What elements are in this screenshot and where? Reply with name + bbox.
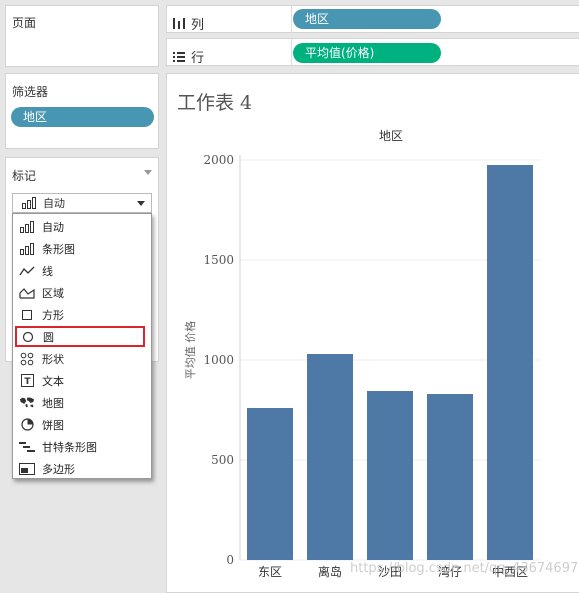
menu-item-label: 甘特条形图 <box>42 440 97 454</box>
menu-item-polygon[interactable]: 多边形 <box>13 458 151 479</box>
watermark: https://blog.csdn.net/qq_43674697 <box>350 561 579 576</box>
mark-type-dropdown[interactable]: 自动 <box>12 193 152 213</box>
bar-icon <box>19 242 35 256</box>
svg-text:T: T <box>24 377 31 387</box>
menu-item-square[interactable]: 方形 <box>13 304 151 325</box>
menu-item-label: 文本 <box>42 374 64 388</box>
rows-label: 行 <box>173 47 204 66</box>
columns-pill-region[interactable]: 地区 <box>293 9 441 29</box>
menu-item-gantt[interactable]: 甘特条形图 <box>13 436 151 457</box>
menu-item-label: 圆 <box>43 330 54 344</box>
gantt-icon <box>19 440 35 454</box>
menu-item-auto[interactable]: 自动 <box>13 216 151 237</box>
menu-item-line[interactable]: 线 <box>13 260 151 281</box>
auto-icon <box>19 220 35 234</box>
menu-item-pie[interactable]: 饼图 <box>13 414 151 435</box>
menu-item-bar[interactable]: 条形图 <box>13 238 151 259</box>
menu-item-label: 线 <box>42 264 53 278</box>
rows-shelf: 行 平均值(价格) <box>166 38 579 66</box>
menu-item-circle[interactable]: 圆 <box>15 326 145 347</box>
mark-type-menu: 自动 条形图 线 区域 方形 圆 形状 T 文本 地图 饼图 甘特条形图 多边形 <box>12 213 152 479</box>
menu-item-label: 条形图 <box>42 242 75 256</box>
columns-label-text: 列 <box>191 18 205 33</box>
pages-title: 页面 <box>12 16 37 30</box>
shelf-divider <box>291 6 292 32</box>
square-icon <box>19 308 35 322</box>
line-icon <box>19 264 35 278</box>
auto-icon <box>22 197 36 209</box>
rows-label-text: 行 <box>191 51 205 66</box>
mark-type-value: 自动 <box>43 197 65 210</box>
columns-icon <box>173 18 185 29</box>
pages-panel: 页面 <box>5 5 159 67</box>
shelf-divider <box>291 39 292 65</box>
menu-item-label: 形状 <box>42 352 64 366</box>
rows-pill-avg-price[interactable]: 平均值(价格) <box>293 43 441 63</box>
shape-icon <box>19 352 35 366</box>
menu-item-label: 地图 <box>42 396 64 410</box>
worksheet-area: 工作表 4 <box>166 73 579 593</box>
text-icon: T <box>19 374 35 388</box>
menu-item-label: 自动 <box>42 220 64 234</box>
marks-collapse-icon[interactable] <box>144 170 152 175</box>
polygon-icon <box>19 462 35 476</box>
menu-item-text[interactable]: T 文本 <box>13 370 151 391</box>
rows-icon <box>173 51 185 62</box>
pie-icon <box>19 418 35 432</box>
menu-item-label: 饼图 <box>42 418 64 432</box>
menu-item-label: 多边形 <box>42 462 75 476</box>
menu-item-label: 区域 <box>42 286 64 300</box>
menu-item-shape[interactable]: 形状 <box>13 348 151 369</box>
menu-item-area[interactable]: 区域 <box>13 282 151 303</box>
area-icon <box>19 286 35 300</box>
circle-icon <box>20 330 36 344</box>
filters-panel: 筛选器 地区 <box>5 73 159 149</box>
menu-item-map[interactable]: 地图 <box>13 392 151 413</box>
filters-title: 筛选器 <box>12 85 49 99</box>
columns-shelf: 列 地区 <box>166 5 579 33</box>
map-icon <box>19 396 35 410</box>
chevron-down-icon <box>137 201 145 206</box>
sheet-title: 工作表 4 <box>177 92 253 114</box>
menu-item-label: 方形 <box>42 308 64 322</box>
columns-label: 列 <box>173 14 204 33</box>
marks-title: 标记 <box>12 169 37 183</box>
filter-pill-region[interactable]: 地区 <box>11 107 154 127</box>
